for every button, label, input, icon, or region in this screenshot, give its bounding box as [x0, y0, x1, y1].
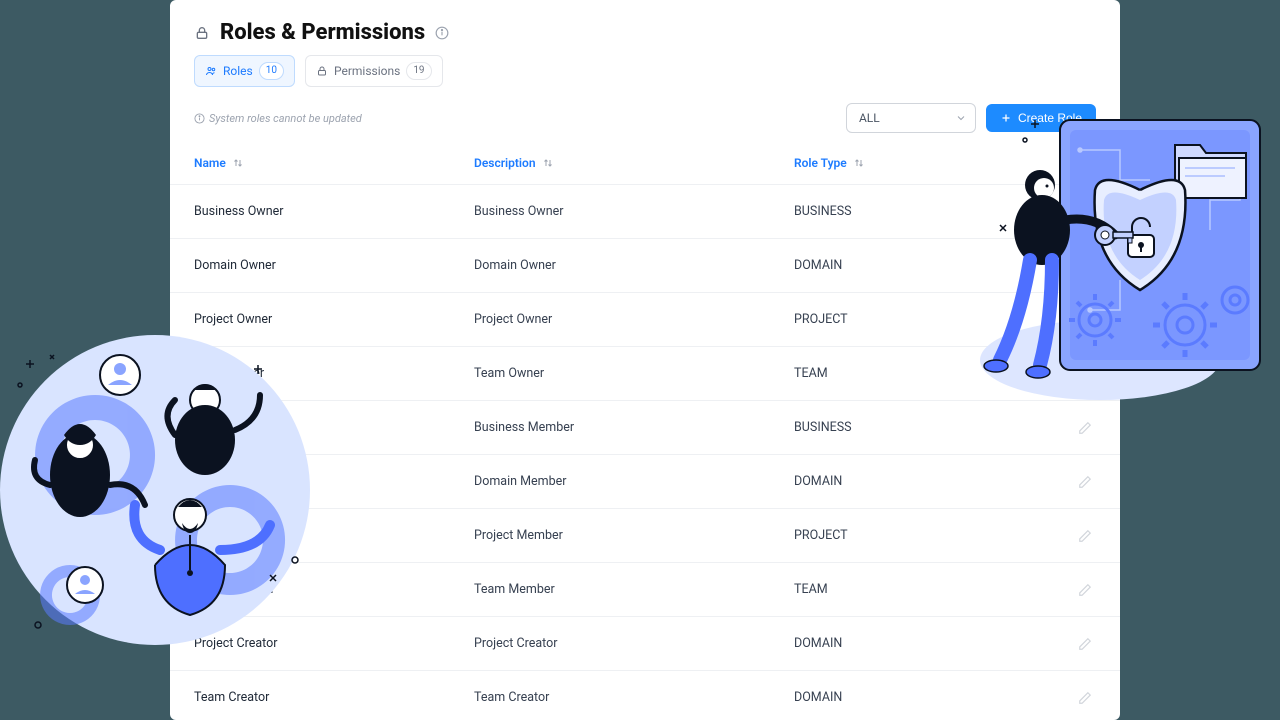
lock-icon	[316, 65, 328, 77]
sort-icon	[853, 157, 865, 169]
edit-button[interactable]	[1078, 475, 1092, 489]
main-panel: Roles & Permissions Roles 10 Permissions…	[170, 0, 1120, 720]
toolbar: System roles cannot be updated ALL Creat…	[170, 87, 1120, 141]
edit-button[interactable]	[1078, 529, 1092, 543]
role-type-filter[interactable]: ALL	[846, 103, 976, 133]
cell-name: Project Owner	[194, 312, 474, 327]
cell-name: Business Member	[194, 420, 474, 435]
cell-name: Domain Member	[194, 474, 474, 489]
col-name[interactable]: Name	[194, 156, 474, 170]
edit-button[interactable]	[1078, 421, 1092, 435]
table-row: Team CreatorTeam CreatorDOMAIN	[170, 671, 1120, 720]
cell-role-type: DOMAIN	[794, 258, 1034, 273]
cell-description: Project Member	[474, 528, 794, 543]
tabs: Roles 10 Permissions 19	[170, 55, 1120, 87]
sort-icon	[542, 157, 554, 169]
page-title: Roles & Permissions	[220, 20, 425, 45]
info-icon[interactable]	[435, 26, 449, 40]
cell-name: Team Creator	[194, 690, 474, 705]
tab-label: Roles	[223, 64, 253, 78]
system-note: System roles cannot be updated	[194, 112, 362, 125]
tab-count: 19	[406, 62, 431, 80]
table-row: Project CreatorProject CreatorDOMAIN	[170, 617, 1120, 671]
table-row: Team MemberTeam MemberTEAM	[170, 563, 1120, 617]
cell-description: Team Member	[474, 582, 794, 597]
cell-description: Team Owner	[474, 366, 794, 381]
col-actions	[1078, 156, 1092, 170]
tab-permissions[interactable]: Permissions 19	[305, 55, 443, 87]
plus-icon	[1000, 112, 1012, 124]
tab-count: 10	[259, 62, 284, 80]
create-role-button[interactable]: Create Role	[986, 104, 1096, 132]
chevron-down-icon	[955, 112, 967, 124]
table-row: Domain MemberDomain MemberDOMAIN	[170, 455, 1120, 509]
edit-button[interactable]	[1078, 637, 1092, 651]
cell-description: Team Creator	[474, 690, 794, 705]
cell-description: Domain Member	[474, 474, 794, 489]
roles-table: Name Description Role Type Business Owne…	[170, 141, 1120, 720]
cell-role-type: DOMAIN	[794, 474, 1034, 489]
users-icon	[205, 65, 217, 77]
cell-description: Business Owner	[474, 204, 794, 219]
cell-role-type: PROJECT	[794, 528, 1034, 543]
cell-role-type: TEAM	[794, 366, 1034, 381]
cell-role-type: TEAM	[794, 582, 1034, 597]
table-row: Team OwnerTeam OwnerTEAM	[170, 347, 1120, 401]
info-icon	[194, 113, 205, 124]
cell-role-type: BUSINESS	[794, 204, 1034, 219]
lock-icon	[194, 25, 210, 41]
cell-role-type: BUSINESS	[794, 420, 1034, 435]
table-row: Project MemberProject MemberPROJECT	[170, 509, 1120, 563]
cell-name: Project Creator	[194, 636, 474, 651]
cell-name: Business Owner	[194, 204, 474, 219]
table-row: Project OwnerProject OwnerPROJECT	[170, 293, 1120, 347]
table-row: Business OwnerBusiness OwnerBUSINESS	[170, 185, 1120, 239]
tab-label: Permissions	[334, 64, 400, 78]
cell-description: Business Member	[474, 420, 794, 435]
cell-description: Project Owner	[474, 312, 794, 327]
cell-description: Domain Owner	[474, 258, 794, 273]
cell-name: Team Owner	[194, 366, 474, 381]
table-row: Business MemberBusiness MemberBUSINESS	[170, 401, 1120, 455]
cell-role-type: DOMAIN	[794, 690, 1034, 705]
page-header: Roles & Permissions	[170, 0, 1120, 55]
col-role-type[interactable]: Role Type	[794, 156, 1034, 170]
table-row: Domain OwnerDomain OwnerDOMAIN	[170, 239, 1120, 293]
edit-button[interactable]	[1078, 583, 1092, 597]
gear-icon	[1078, 156, 1092, 170]
cell-description: Project Creator	[474, 636, 794, 651]
sort-icon	[232, 157, 244, 169]
edit-button[interactable]	[1078, 691, 1092, 705]
cell-name: Project Member	[194, 528, 474, 543]
col-description[interactable]: Description	[474, 156, 794, 170]
cell-role-type: DOMAIN	[794, 636, 1034, 651]
cell-role-type: PROJECT	[794, 312, 1034, 327]
cell-name: Team Member	[194, 582, 474, 597]
tab-roles[interactable]: Roles 10	[194, 55, 295, 87]
cell-name: Domain Owner	[194, 258, 474, 273]
table-header: Name Description Role Type	[170, 141, 1120, 185]
